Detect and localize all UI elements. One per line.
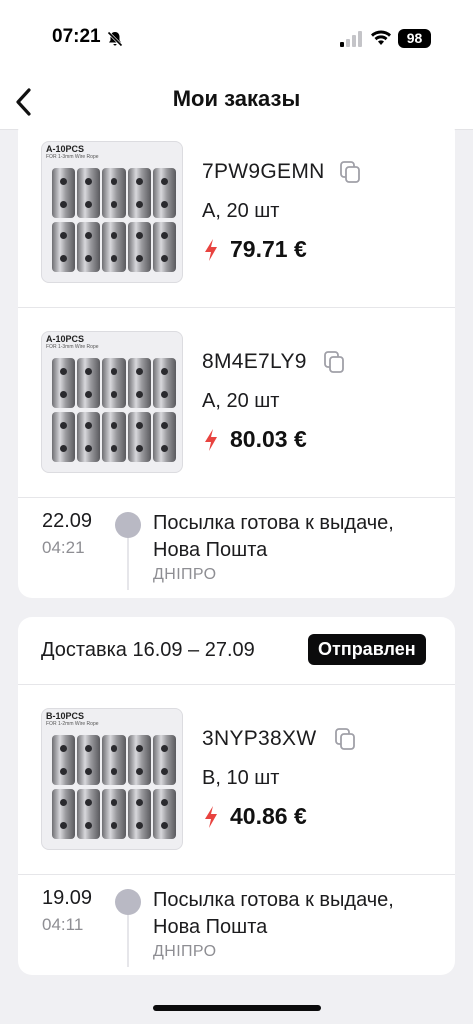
tracking-event[interactable]: 22.09 04:21 Посылка готова к выдаче, Нов… [18, 498, 455, 598]
order-variant: A, 20 шт [202, 390, 280, 412]
order-variant: A, 20 шт [202, 200, 280, 222]
order-item[interactable]: A-10PCS FOR 1-3mm Wire Rope 7PW9GEMN A, … [18, 118, 455, 308]
thumbnail-caption: A-10PCS [46, 144, 85, 154]
lightning-icon [205, 238, 217, 261]
order-variant: B, 10 шт [202, 767, 280, 789]
thumbnail-subcaption: FOR 1-2mm Wire Rope [46, 721, 99, 727]
copy-icon[interactable] [334, 727, 356, 751]
product-thumbnail[interactable]: A-10PCS FOR 1-3mm Wire Rope [41, 331, 183, 473]
product-image [52, 168, 176, 272]
order-code: 7PW9GEMN [202, 160, 325, 183]
order-price: 80.03 € [230, 426, 307, 452]
tracking-date: 22.09 [42, 510, 93, 532]
order-code: 3NYP38XW [202, 727, 317, 750]
thumbnail-subcaption: FOR 1-3mm Wire Rope [46, 154, 99, 160]
tracking-city: ДНІПРО [153, 566, 217, 583]
tracking-event[interactable]: 19.09 04:11 Посылка готова к выдаче, Нов… [18, 875, 455, 975]
timeline-dot [115, 512, 141, 538]
thumbnail-caption: A-10PCS [46, 334, 85, 344]
status-time: 07:21 [52, 26, 101, 47]
thumbnail-subcaption: FOR 1-3mm Wire Rope [46, 344, 99, 350]
status-badge: Отправлен [308, 634, 426, 665]
lightning-icon [205, 428, 217, 451]
order-price: 79.71 € [230, 236, 307, 262]
wifi-icon [371, 30, 391, 45]
order-price: 40.86 € [230, 803, 307, 829]
page-title: Мои заказы [172, 86, 301, 111]
thumbnail-caption: B-10PCS [46, 711, 85, 721]
delivery-dates: Доставка 16.09 – 27.09 [41, 639, 255, 661]
tracking-status: Посылка готова к выдаче, Нова Пошта [153, 889, 394, 938]
copy-icon[interactable] [323, 350, 345, 374]
delivery-header: Доставка 16.09 – 27.09 Отправлен [18, 617, 455, 684]
product-thumbnail[interactable]: A-10PCS FOR 1-3mm Wire Rope [41, 141, 183, 283]
price-row: 79.71 € [202, 236, 307, 263]
order-code: 8M4E7LY9 [202, 350, 307, 373]
product-image [52, 358, 176, 462]
product-thumbnail[interactable]: B-10PCS FOR 1-2mm Wire Rope [41, 708, 183, 850]
product-image [52, 735, 176, 839]
timeline-line [127, 915, 129, 967]
tracking-time: 04:11 [42, 915, 84, 934]
order-card: A-10PCS FOR 1-3mm Wire Rope 7PW9GEMN A, … [18, 118, 455, 598]
battery-indicator: 98 [398, 29, 431, 48]
home-indicator[interactable] [153, 1005, 321, 1011]
timeline-line [127, 538, 129, 590]
order-card: Доставка 16.09 – 27.09 Отправлен B-10PCS… [18, 617, 455, 975]
bell-slash-icon [107, 31, 123, 47]
signal-icon [340, 31, 362, 47]
tracking-city: ДНІПРО [153, 943, 217, 960]
status-bar: 07:21 98 [0, 0, 473, 76]
price-row: 40.86 € [202, 803, 307, 830]
lightning-icon [205, 805, 217, 828]
tracking-status: Посылка готова к выдаче, Нова Пошта [153, 512, 394, 561]
copy-icon[interactable] [339, 160, 361, 184]
order-item[interactable]: A-10PCS FOR 1-3mm Wire Rope 8M4E7LY9 A, … [18, 308, 455, 498]
tracking-date: 19.09 [42, 887, 93, 909]
order-item[interactable]: B-10PCS FOR 1-2mm Wire Rope 3NYP38XW B, … [18, 685, 455, 875]
tracking-time: 04:21 [42, 538, 85, 557]
timeline-dot [115, 889, 141, 915]
price-row: 80.03 € [202, 426, 307, 453]
